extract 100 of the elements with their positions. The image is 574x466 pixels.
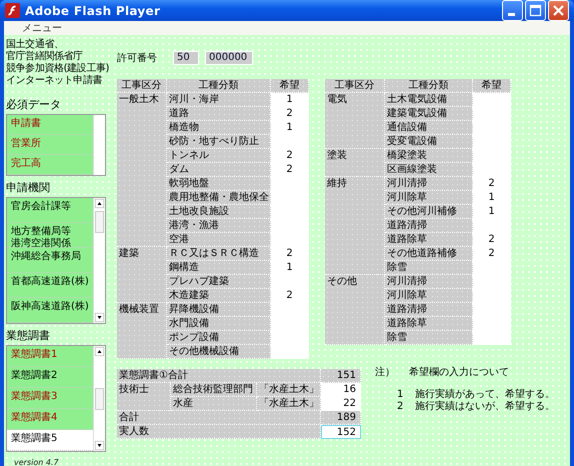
wish-field[interactable]: 2 [271, 107, 309, 121]
column-header: 希望 [271, 79, 309, 93]
work-type-cell: 道路清掃 [385, 219, 473, 233]
work-type-cell: ダム [167, 163, 271, 177]
list-item[interactable]: 地方整備局等 港湾空港関係 [7, 223, 93, 248]
scroll-down-icon[interactable] [95, 441, 104, 450]
column-header: 希望 [473, 79, 511, 93]
note-heading: 希望欄の入力について [409, 366, 509, 379]
column-header: 工事区分 [117, 79, 167, 93]
scroll-up-icon[interactable] [95, 199, 104, 208]
work-type-cell: 橋梁塗装 [385, 149, 473, 163]
maximize-button[interactable] [525, 0, 546, 21]
wish-field[interactable]: 1 [271, 261, 309, 275]
list-item-text: 地方整備局等 [11, 226, 72, 238]
wish-field[interactable] [271, 345, 309, 359]
work-type-cell: 通信設備 [385, 121, 473, 135]
summary-label: 合計 [117, 411, 321, 425]
scrollbar[interactable] [93, 198, 105, 323]
subject-cell: 「水産土木」 [257, 397, 321, 411]
work-type-cell: 建築電気設備 [385, 107, 473, 121]
total-value: 151 [321, 369, 361, 383]
summary-label: 実人数 [117, 425, 321, 439]
column-header: 工種分類 [167, 79, 271, 93]
scrollbar[interactable] [93, 346, 105, 451]
summary-label: 業態調書①合計 [117, 369, 321, 383]
list-item-text: 首都高速道路(株) [11, 276, 90, 288]
list-item-text: 沖縄総合事務局 [11, 251, 82, 263]
column-header: 工種分類 [385, 79, 473, 93]
app-heading: 国土交通省、 [6, 39, 65, 50]
list-item[interactable]: 業態調書3 [7, 388, 93, 409]
wish-field[interactable]: 2 [473, 247, 511, 261]
scroll-thumb[interactable] [95, 388, 104, 410]
wish-field[interactable]: 1 [271, 121, 309, 135]
wish-field[interactable]: 2 [271, 163, 309, 177]
category-cell: 一般土木 [117, 93, 167, 247]
work-type-cell: 港湾・漁港 [167, 219, 271, 233]
app-heading: 競争参加資格(建設工事) [6, 63, 110, 74]
note-text: 施行実績があって、希望する。 [415, 389, 555, 400]
wish-field[interactable] [473, 331, 511, 345]
work-type-cell: 河川清掃 [385, 275, 473, 289]
wish-field[interactable]: 2 [271, 247, 309, 261]
list-item[interactable]: 業態調書5 [7, 430, 93, 451]
scroll-up-icon[interactable] [95, 347, 104, 356]
window-title: Adobe Flash Player [25, 4, 162, 18]
work-type-cell: 砂防・地すべり防止 [167, 135, 271, 149]
version-label: version 4.7 [14, 458, 60, 466]
scroll-thumb[interactable] [95, 211, 104, 233]
list-item[interactable]: 官房会計課等 [7, 198, 93, 223]
wish-field[interactable]: 1 [473, 205, 511, 219]
work-type-cell: 鋼構造 [167, 261, 271, 275]
list-item-text: 官房会計課等 [11, 201, 72, 213]
close-button[interactable] [548, 0, 569, 21]
permit-number-field[interactable]: 000000 [205, 51, 253, 65]
note-number: 1 [397, 389, 403, 401]
category-cell: その他 [325, 275, 385, 345]
list-item[interactable]: 完工高 [7, 155, 93, 175]
app-heading: 官庁営繕関係省庁 [6, 51, 84, 62]
work-type-cell: 道路 [167, 107, 271, 121]
work-type-cell: 土木電気設備 [385, 93, 473, 107]
wish-field[interactable] [473, 93, 511, 107]
work-type-cell: 除雪 [385, 331, 473, 345]
list-item[interactable]: 営業所 [7, 135, 93, 155]
work-type-cell: トンネル [167, 149, 271, 163]
work-type-cell: 木造建築 [167, 289, 271, 303]
list-item[interactable]: 申請書 [7, 115, 93, 135]
count-field[interactable]: 16 [321, 383, 361, 397]
note-number: 2 [397, 401, 403, 413]
app-heading: インターネット申請書 [6, 75, 104, 87]
category-cell: 電気 [325, 93, 385, 149]
wish-field[interactable]: 2 [473, 177, 511, 191]
list-item[interactable]: 業態調書1 [7, 346, 93, 367]
work-type-cell: 受変電設備 [385, 135, 473, 149]
list-item[interactable]: 業態調書2 [7, 367, 93, 388]
work-type-cell: その他機械設備 [167, 345, 271, 359]
list-item[interactable]: 沖縄総合事務局 [7, 248, 93, 273]
wish-field[interactable]: 1 [271, 93, 309, 107]
section-title: 業態調書 [6, 328, 51, 343]
work-type-cell: 区画線塗装 [385, 163, 473, 177]
work-type-cell: 空港 [167, 233, 271, 247]
wish-field[interactable]: 1 [473, 191, 511, 205]
wish-field[interactable]: 2 [271, 289, 309, 303]
list-item[interactable]: 阪神高速道路(株) [7, 298, 93, 323]
minimize-button[interactable] [502, 0, 523, 21]
permit-prefix-field[interactable]: 50 [173, 51, 199, 65]
section-title: 必須データ [6, 97, 62, 112]
wish-field[interactable]: 2 [271, 149, 309, 163]
list-item[interactable]: 業態調書4 [7, 409, 93, 430]
count-field[interactable]: 152 [321, 425, 361, 439]
category-cell: 建築 [117, 247, 167, 303]
work-type-cell: 河川除草 [385, 191, 473, 205]
menu-item[interactable]: メニュー [22, 21, 62, 35]
count-field[interactable]: 22 [321, 397, 361, 411]
scroll-down-icon[interactable] [95, 313, 104, 322]
list-item[interactable]: 首都高速道路(株) [7, 273, 93, 298]
work-type-cell: 農用地整備・農地保全 [167, 191, 271, 205]
work-type-cell: 土地改良施設 [167, 205, 271, 219]
work-type-cell: ＲＣ又はＳＲＣ構造 [167, 247, 271, 261]
summary-label: 技術士 [117, 383, 171, 411]
work-type-cell: 道路除草 [385, 317, 473, 331]
wish-field[interactable]: 2 [473, 233, 511, 247]
